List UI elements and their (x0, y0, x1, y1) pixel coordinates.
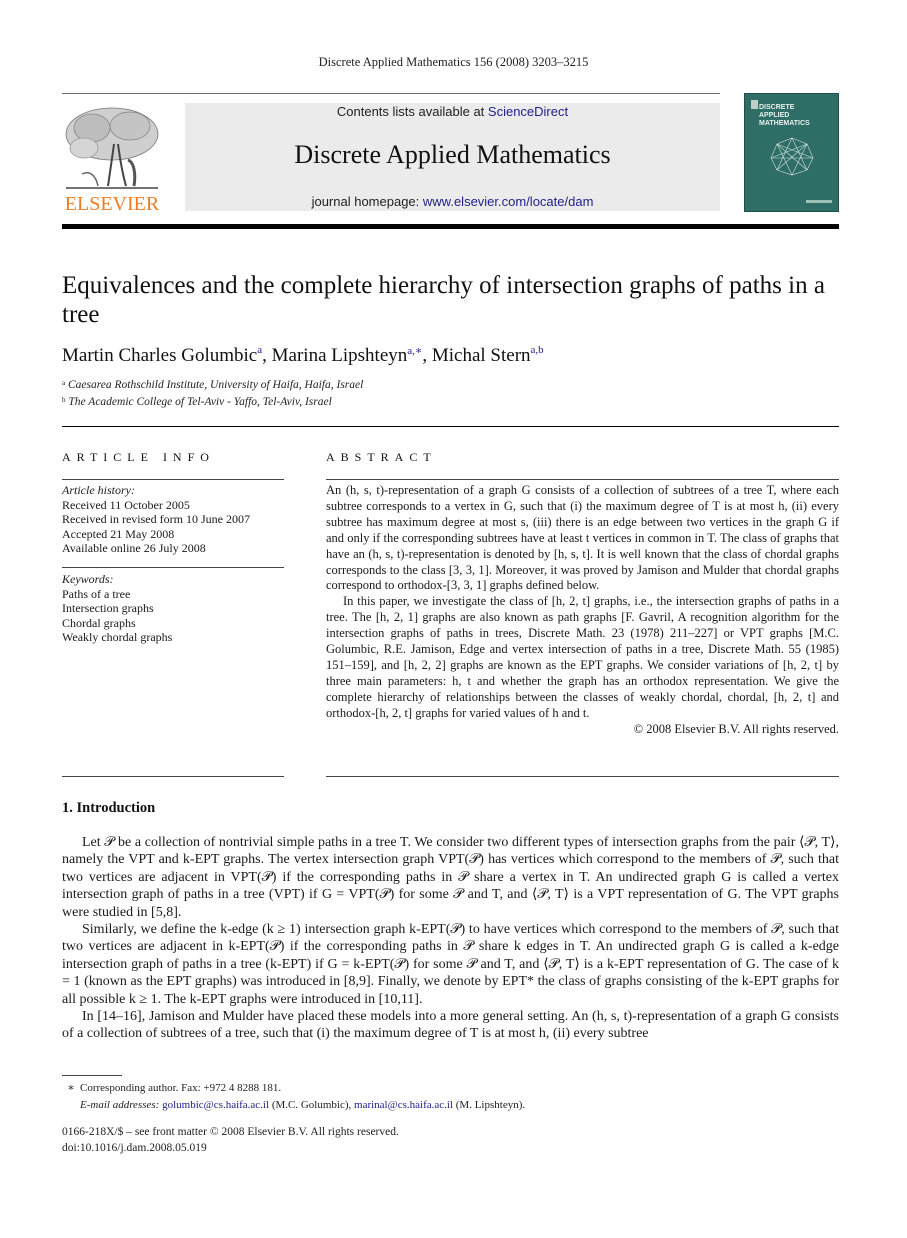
cover-title-line: MATHEMATICS (759, 120, 810, 127)
footnote-mark: ∗ (67, 1082, 75, 1094)
abstract-paragraph: In this paper, we investigate the class … (326, 594, 839, 720)
section-heading-introduction: 1. Introduction (62, 800, 156, 816)
affiliation: b The Academic College of Tel-Aviv - Yaf… (62, 396, 332, 408)
affiliation-mark: b (62, 396, 66, 404)
affiliation-mark: a (62, 379, 66, 387)
affiliation-text: Caesarea Rothschild Institute, Universit… (67, 379, 364, 391)
homepage-prefix: journal homepage: (311, 194, 423, 209)
email-footnote: E-mail addresses: golumbic@cs.haifa.ac.i… (80, 1099, 526, 1111)
journal-homepage-line: journal homepage: www.elsevier.com/locat… (185, 194, 720, 209)
cover-publisher-mark-icon (751, 100, 758, 109)
contents-line: Contents lists available at ScienceDirec… (185, 104, 720, 119)
author-affiliation-mark[interactable]: a,∗ (407, 345, 422, 357)
keywords-rule (62, 567, 284, 568)
email-label: E-mail addresses: (80, 1099, 160, 1111)
author-name: Martin Charles Golumbic (62, 345, 258, 366)
header-rule (62, 93, 720, 94)
article-info-bottom-rule (62, 776, 284, 777)
body-paragraph: In [14–16], Jamison and Mulder have plac… (62, 1009, 839, 1042)
abstract-copyright: © 2008 Elsevier B.V. All rights reserved… (633, 721, 839, 736)
journal-title: Discrete Applied Mathematics (294, 140, 611, 169)
author-name: Marina Lipshteyn (271, 345, 408, 366)
keyword-item: Paths of a tree (62, 586, 131, 601)
journal-homepage-link[interactable]: www.elsevier.com/locate/dam (423, 194, 594, 209)
email-link[interactable]: marinal@cs.haifa.ac.il (354, 1099, 453, 1111)
cover-title: DISCRETE APPLIED MATHEMATICS (759, 104, 810, 128)
section-divider (62, 426, 839, 427)
corresponding-author-footnote: ∗ Corresponding author. Fax: +972 4 8288 … (62, 1081, 839, 1096)
keyword-item: Weakly chordal graphs (62, 630, 173, 644)
article-title: Equivalences and the complete hierarchy … (62, 272, 825, 328)
contents-prefix: Contents lists available at (336, 104, 488, 119)
body-paragraph: Similarly, we define the k-edge (k ≥ 1) … (62, 922, 839, 1007)
history-item: Available online 26 July 2008 (62, 541, 206, 555)
author-name: Michal Stern (431, 345, 531, 366)
history-item: Received 11 October 2005 (62, 497, 190, 512)
article-history-label: Article history: (62, 483, 135, 497)
keywords: Keywords: Paths of a tree Intersection g… (62, 572, 284, 645)
article-info-heading: ARTICLE INFO (62, 450, 215, 464)
history-item: Accepted 21 May 2008 (62, 526, 175, 541)
abstract-bottom-rule (326, 776, 839, 777)
abstract-body: An (h, s, t)-representation of a graph G… (326, 483, 839, 738)
abstract-heading: ABSTRACT (326, 450, 437, 464)
author-affiliation-mark[interactable]: a,b (531, 344, 544, 356)
running-head: Discrete Applied Mathematics 156 (2008) … (318, 55, 589, 69)
sciencedirect-link[interactable]: ScienceDirect (488, 104, 568, 119)
keywords-label: Keywords: (62, 572, 114, 586)
email-owner: (M. Lipshteyn). (455, 1099, 526, 1111)
front-matter-line: 0166-218X/$ – see front matter © 2008 El… (62, 1126, 399, 1138)
author-affiliation-mark[interactable]: a (257, 344, 262, 356)
history-item: Received in revised form 10 June 2007 (62, 512, 250, 526)
cover-sciencedirect-mark-icon (806, 200, 832, 203)
header-thick-rule (62, 224, 839, 229)
body-paragraph: Let 𝒫 be a collection of nontrivial simp… (62, 835, 839, 920)
email-owner: (M.C. Golumbic) (271, 1099, 349, 1111)
elsevier-logo-text: ELSEVIER (64, 193, 160, 215)
article-info-rule (62, 479, 284, 480)
cover-title-line: DISCRETE (759, 104, 795, 111)
author-list: Martin Charles Golumbica, Marina Lipshte… (62, 344, 544, 366)
doi-link[interactable]: doi:10.1016/j.dam.2008.05.019 (62, 1141, 762, 1157)
affiliation: a Caesarea Rothschild Institute, Univers… (62, 379, 363, 391)
keyword-item: Intersection graphs (62, 601, 154, 615)
abstract-rule (326, 479, 839, 480)
email-link[interactable]: golumbic@cs.haifa.ac.il (162, 1099, 269, 1111)
introduction-body: Let 𝒫 be a collection of nontrivial simp… (62, 834, 839, 1043)
cover-title-line: APPLIED (759, 112, 790, 119)
journal-cover-image: DISCRETE APPLIED MATHEMATICS (744, 93, 839, 212)
article-history: Article history: Received 11 October 200… (62, 483, 284, 556)
abstract-paragraph: An (h, s, t)-representation of a graph G… (326, 483, 839, 593)
footnote-rule (62, 1075, 122, 1076)
affiliation-text: The Academic College of Tel-Aviv - Yaffo… (68, 396, 332, 408)
corresponding-author-text: Corresponding author. Fax: +972 4 8288 1… (80, 1082, 282, 1094)
keyword-item: Chordal graphs (62, 615, 136, 630)
cover-graph-icon (770, 137, 814, 176)
